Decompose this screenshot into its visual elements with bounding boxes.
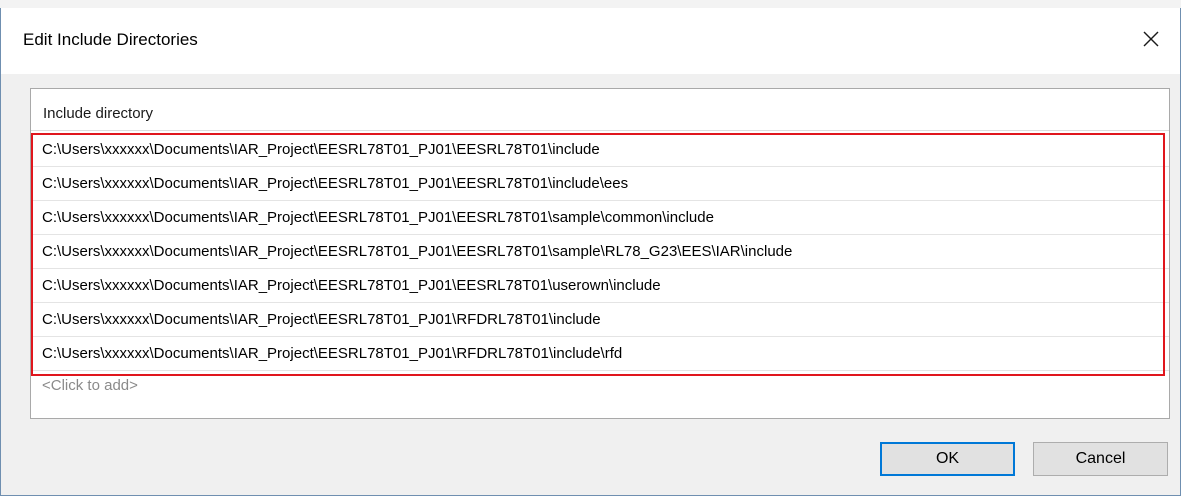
edit-include-directories-dialog: Edit Include Directories Include directo… xyxy=(0,8,1181,496)
close-button[interactable] xyxy=(1134,22,1168,56)
dialog-titlebar: Edit Include Directories xyxy=(1,8,1180,74)
directory-row[interactable]: C:\Users\xxxxxx\Documents\IAR_Project\EE… xyxy=(31,201,1169,235)
click-to-add-row[interactable]: <Click to add> xyxy=(31,371,1169,401)
close-icon xyxy=(1142,30,1160,48)
directory-row[interactable]: C:\Users\xxxxxx\Documents\IAR_Project\EE… xyxy=(31,133,1169,167)
directory-row[interactable]: C:\Users\xxxxxx\Documents\IAR_Project\EE… xyxy=(31,337,1169,371)
directory-row[interactable]: C:\Users\xxxxxx\Documents\IAR_Project\EE… xyxy=(31,303,1169,337)
directory-row[interactable]: C:\Users\xxxxxx\Documents\IAR_Project\EE… xyxy=(31,269,1169,303)
directory-row[interactable]: C:\Users\xxxxxx\Documents\IAR_Project\EE… xyxy=(31,235,1169,269)
cancel-button[interactable]: Cancel xyxy=(1033,442,1168,476)
ok-button[interactable]: OK xyxy=(880,442,1015,476)
directory-rows: C:\Users\xxxxxx\Documents\IAR_Project\EE… xyxy=(31,133,1169,401)
directory-row[interactable]: C:\Users\xxxxxx\Documents\IAR_Project\EE… xyxy=(31,167,1169,201)
list-column-header: Include directory xyxy=(31,89,1169,131)
dialog-title: Edit Include Directories xyxy=(23,30,198,49)
column-header-label: Include directory xyxy=(43,105,154,122)
include-directory-list[interactable]: Include directory C:\Users\xxxxxx\Docume… xyxy=(30,88,1170,419)
